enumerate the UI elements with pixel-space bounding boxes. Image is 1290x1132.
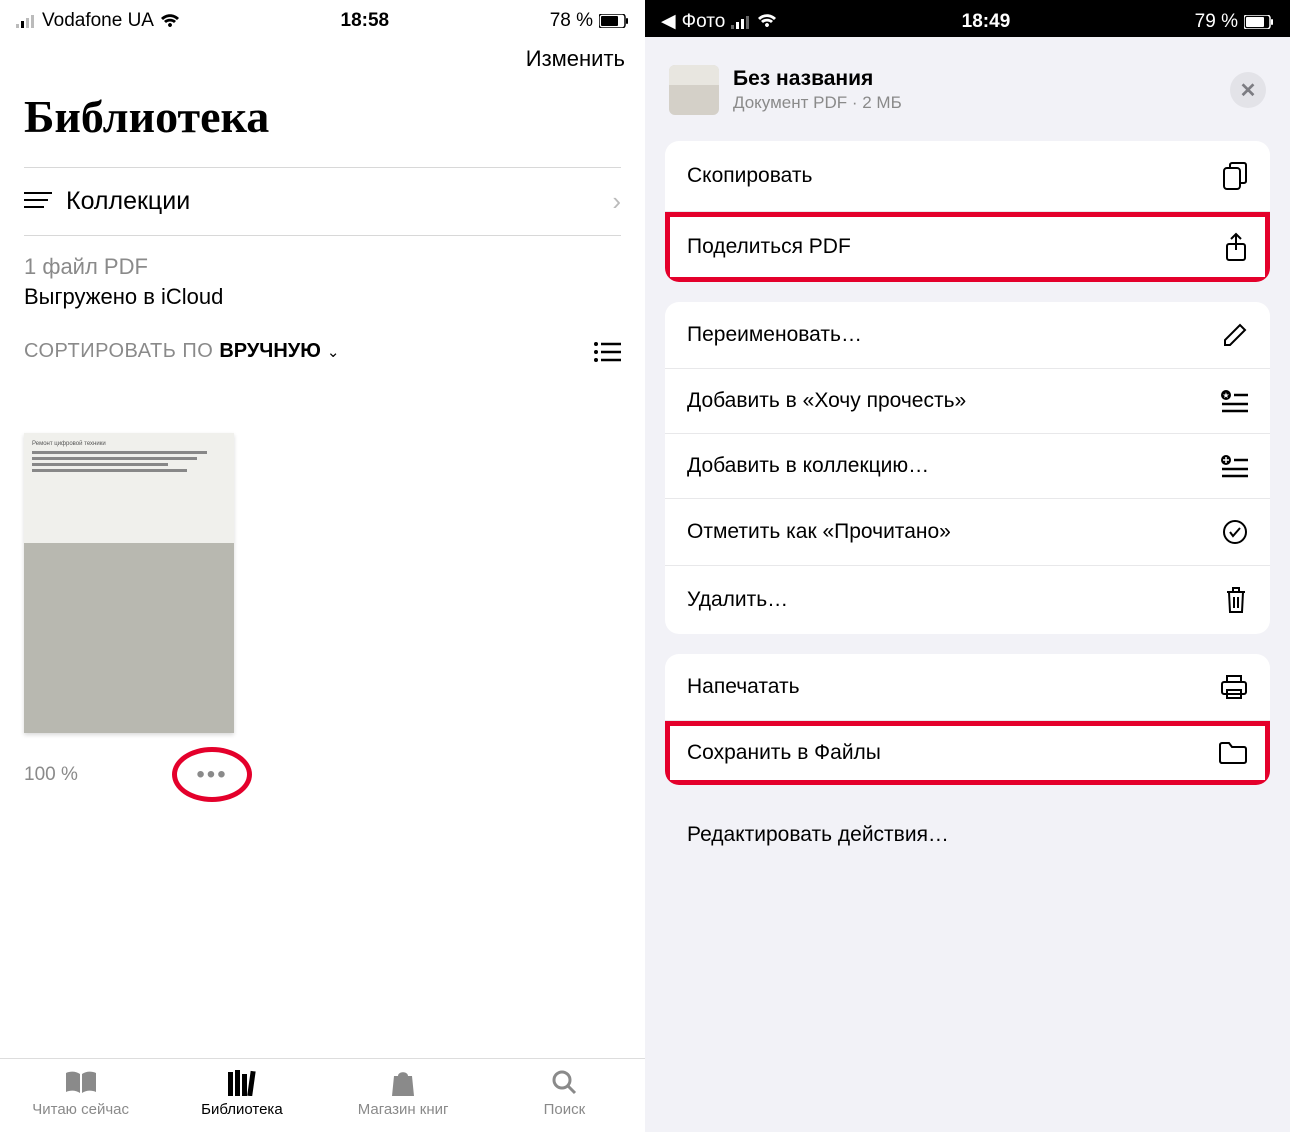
edit-actions-button[interactable]: Редактировать действия…: [665, 805, 1270, 847]
copy-action[interactable]: Скопировать: [665, 141, 1270, 212]
tab-search[interactable]: Поиск: [484, 1067, 645, 1118]
status-bar: Vodafone UA 18:58 78 %: [0, 0, 645, 36]
page-title: Библиотека: [0, 82, 645, 167]
sort-value: ВРУЧНУЮ: [219, 340, 321, 363]
want-read-action[interactable]: Добавить в «Хочу прочесть» ★: [665, 369, 1270, 434]
action-label: Отметить как «Прочитано»: [687, 520, 951, 544]
star-list-icon: ★: [1220, 389, 1248, 413]
action-label: Переименовать…: [687, 323, 862, 347]
share-sheet: Без названия Документ PDF · 2 МБ ✕ Скопи…: [645, 43, 1290, 1132]
uploaded-label: Выгружено в iCloud: [24, 284, 621, 310]
battery-icon: [1244, 15, 1274, 29]
share-icon: [1224, 232, 1248, 262]
back-indicator-icon[interactable]: ◀: [661, 10, 676, 33]
books-icon: [226, 1067, 258, 1097]
print-action[interactable]: Напечатать: [665, 654, 1270, 721]
more-icon[interactable]: •••: [196, 761, 227, 789]
sort-row[interactable]: СОРТИРОВАТЬ ПО ВРУЧНУЮ ⌄: [0, 310, 645, 383]
list-lines-icon: [24, 191, 52, 213]
signal-icon: [731, 15, 751, 29]
sheet-header: Без названия Документ PDF · 2 МБ ✕: [665, 43, 1270, 141]
battery-label: 79 %: [1195, 11, 1238, 33]
delete-action[interactable]: Удалить…: [665, 566, 1270, 634]
tab-label: Читаю сейчас: [32, 1101, 129, 1118]
chevron-right-icon: ›: [612, 186, 621, 217]
bag-icon: [390, 1067, 416, 1097]
signal-icon: [16, 14, 36, 28]
share-sheet-screen: ◀ Фото 18:49 79 % Без названия Документ …: [645, 0, 1290, 1132]
status-bar: ◀ Фото 18:49 79 %: [645, 0, 1290, 37]
action-group-3: Напечатать Сохранить в Файлы: [665, 654, 1270, 785]
tab-label: Поиск: [544, 1101, 586, 1118]
clock-label: 18:49: [962, 11, 1011, 33]
tab-label: Магазин книг: [358, 1101, 449, 1118]
back-app-label[interactable]: Фото: [682, 11, 726, 33]
checkmark-circle-icon: [1222, 519, 1248, 545]
tab-label: Библиотека: [201, 1101, 283, 1118]
tab-library[interactable]: Библиотека: [161, 1067, 322, 1118]
action-group-1: Скопировать Поделиться PDF: [665, 141, 1270, 282]
action-label: Поделиться PDF: [687, 235, 851, 259]
document-title: Без названия: [733, 67, 1216, 91]
mark-read-action[interactable]: Отметить как «Прочитано»: [665, 499, 1270, 566]
collections-row[interactable]: Коллекции ›: [0, 168, 645, 235]
tab-store[interactable]: Магазин книг: [323, 1067, 484, 1118]
wifi-icon: [160, 14, 180, 29]
action-label: Добавить в «Хочу прочесть»: [687, 389, 966, 413]
book-open-icon: [64, 1067, 98, 1097]
edit-button[interactable]: Изменить: [526, 46, 625, 72]
trash-icon: [1224, 586, 1248, 614]
tab-reading-now[interactable]: Читаю сейчас: [0, 1067, 161, 1118]
search-icon: [551, 1067, 577, 1097]
rename-action[interactable]: Переименовать…: [665, 302, 1270, 369]
document-thumbnail: [669, 65, 719, 115]
collections-label: Коллекции: [66, 187, 598, 216]
printer-icon: [1220, 674, 1248, 700]
tab-bar: Читаю сейчас Библиотека Магазин книг Пои…: [0, 1058, 645, 1132]
action-label: Скопировать: [687, 164, 812, 188]
close-button[interactable]: ✕: [1230, 72, 1266, 108]
document-meta: Документ PDF · 2 МБ: [733, 93, 1216, 113]
save-to-files-action[interactable]: Сохранить в Файлы: [665, 721, 1270, 785]
action-label: Напечатать: [687, 675, 800, 699]
wifi-icon: [757, 14, 777, 29]
action-label: Сохранить в Файлы: [687, 741, 881, 765]
add-collection-action[interactable]: Добавить в коллекцию…: [665, 434, 1270, 499]
share-pdf-action[interactable]: Поделиться PDF: [665, 212, 1270, 282]
plus-list-icon: [1220, 454, 1248, 478]
copy-icon: [1222, 161, 1248, 191]
action-label: Добавить в коллекцию…: [687, 454, 929, 478]
library-info: 1 файл PDF Выгружено в iCloud: [0, 236, 645, 310]
view-list-icon[interactable]: [593, 341, 621, 363]
file-count-label: 1 файл PDF: [24, 254, 621, 280]
carrier-label: Vodafone UA: [42, 10, 154, 32]
progress-label: 100 %: [24, 764, 78, 786]
chevron-down-icon: ⌄: [327, 343, 340, 361]
folder-icon: [1218, 741, 1248, 765]
svg-text:★: ★: [1222, 391, 1229, 400]
books-grid: Ремонт цифровой техники 100 % •••: [0, 383, 645, 802]
more-button-highlight: •••: [172, 747, 252, 802]
pencil-icon: [1222, 322, 1248, 348]
nav-bar: Изменить: [0, 36, 645, 82]
action-label: Удалить…: [687, 588, 788, 612]
battery-label: 78 %: [550, 10, 593, 32]
battery-icon: [599, 14, 629, 28]
close-icon: ✕: [1240, 78, 1257, 103]
action-group-2: Переименовать… Добавить в «Хочу прочесть…: [665, 302, 1270, 634]
sort-by-label: СОРТИРОВАТЬ ПО: [24, 340, 213, 363]
library-screen: Vodafone UA 18:58 78 % Изменить Библиоте…: [0, 0, 645, 1132]
book-item[interactable]: Ремонт цифровой техники: [24, 433, 234, 733]
clock-label: 18:58: [341, 10, 390, 32]
